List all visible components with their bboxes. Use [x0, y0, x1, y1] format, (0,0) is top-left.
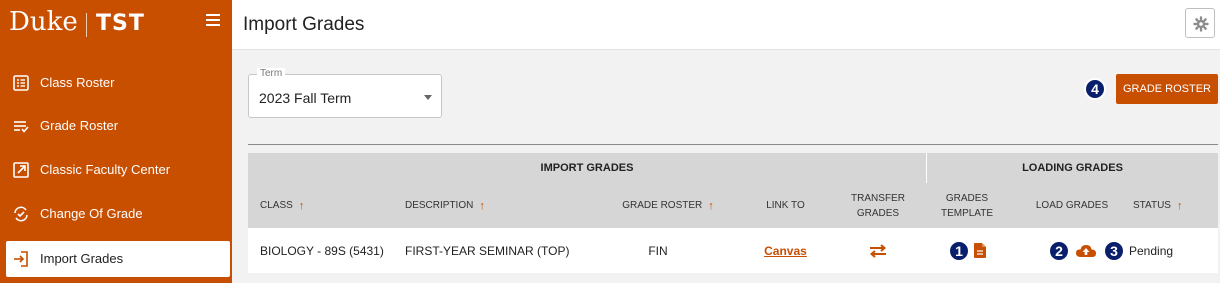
transfer-icon[interactable]	[869, 243, 887, 258]
file-icon[interactable]	[974, 243, 986, 258]
term-select[interactable]: Term 2023 Fall Term	[248, 68, 442, 118]
cell-link-to: Canvas	[748, 228, 823, 273]
sidebar-item-label: Change Of Grade	[40, 206, 143, 221]
cell-status: 3 Pending	[1103, 228, 1218, 273]
callout-badge-3: 3	[1103, 239, 1125, 262]
group-loading-grades: LOADING GRADES	[1022, 162, 1123, 174]
sort-arrow-icon: ↑	[298, 199, 305, 212]
canvas-link[interactable]: Canvas	[764, 244, 807, 258]
column-header-grades-template: GRADES TEMPLATE	[934, 183, 1000, 228]
sort-arrow-icon: ↑	[708, 199, 714, 212]
callout-badge-2: 2	[1048, 239, 1070, 262]
brand-divider	[86, 13, 87, 37]
callout-badge-1: 1	[948, 239, 970, 262]
cell-class: BIOLOGY - 89S (5431)	[260, 228, 400, 273]
cell-grade-roster: FIN	[588, 228, 728, 273]
cell-value: BIOLOGY - 89S (5431)	[260, 243, 384, 258]
sidebar-item-label: Grade Roster	[40, 118, 119, 133]
sidebar-item-class-roster[interactable]: Class Roster	[0, 65, 232, 101]
column-header-description[interactable]: DESCRIPTION ↑	[405, 183, 585, 228]
column-header-label: DESCRIPTION	[405, 200, 474, 211]
column-header-status[interactable]: STATUS ↑	[1133, 183, 1218, 228]
page-title: Import Grades	[243, 14, 365, 35]
sidebar-item-import-grades[interactable]: Import Grades	[6, 241, 230, 277]
cell-description: FIRST-YEAR SEMINAR (TOP)	[405, 228, 585, 273]
brand-name: Duke	[9, 7, 78, 37]
column-header-class[interactable]: CLASS ↑	[260, 183, 390, 228]
cloud-upload-icon[interactable]	[1076, 244, 1096, 258]
column-header-label: GRADE ROSTER	[622, 200, 703, 211]
sort-arrow-icon: ↑	[1176, 199, 1183, 212]
table-header-row: CLASS ↑ DESCRIPTION ↑ GRADE ROSTER ↑ LIN…	[248, 183, 1218, 228]
divider	[248, 144, 1218, 145]
column-header-label: TRANSFER GRADES	[851, 192, 905, 219]
external-link-icon	[13, 162, 29, 178]
settings-button[interactable]	[1185, 8, 1215, 38]
grade-roster-icon	[14, 121, 29, 133]
class-roster-icon	[13, 75, 29, 91]
brand-product: TST	[96, 11, 145, 36]
column-header-label: LINK TO	[766, 200, 805, 211]
column-header-label: STATUS	[1133, 200, 1171, 211]
table-row: BIOLOGY - 89S (5431) FIRST-YEAR SEMINAR …	[248, 228, 1218, 273]
sidebar-item-label: Class Roster	[40, 75, 115, 90]
sidebar-item-label: Classic Faculty Center	[40, 162, 171, 177]
column-header-grade-roster[interactable]: GRADE ROSTER ↑	[588, 183, 748, 228]
sidebar-item-change-of-grade[interactable]: Change Of Grade	[0, 196, 232, 232]
chevron-down-icon	[424, 95, 432, 100]
cell-value: Pending	[1129, 243, 1174, 258]
cell-value: FIN	[648, 243, 668, 258]
column-header-transfer-grades: TRANSFER GRADES	[838, 183, 918, 228]
cell-value: FIRST-YEAR SEMINAR (TOP)	[405, 243, 570, 258]
menu-toggle-icon[interactable]	[206, 14, 220, 26]
column-header-label: GRADES TEMPLATE	[940, 192, 994, 219]
column-header-label: LOAD GRADES	[1035, 200, 1109, 211]
column-header-link-to: LINK TO	[748, 183, 823, 228]
top-bar: Import Grades	[232, 0, 1220, 50]
sidebar-item-classic-faculty-center[interactable]: Classic Faculty Center	[0, 152, 232, 188]
term-value: 2023 Fall Term	[259, 90, 352, 106]
sort-arrow-icon: ↑	[479, 199, 485, 212]
group-import-grades: IMPORT GRADES	[540, 162, 634, 174]
brand-logo[interactable]: Duke TST	[0, 0, 232, 50]
table-group-header: IMPORT GRADES LOADING GRADES	[248, 153, 1218, 183]
term-label: Term	[257, 68, 286, 79]
sidebar: Duke TST Class Roster Grade Roster Class…	[0, 0, 232, 283]
sidebar-item-label: Import Grades	[40, 251, 124, 266]
callout-badge-4: 4	[1084, 78, 1106, 100]
import-icon	[14, 251, 28, 267]
grade-roster-button[interactable]: GRADE ROSTER	[1116, 74, 1218, 104]
main-content: Import Grades Term 2023 Fall Term 4 GRAD…	[232, 0, 1220, 283]
column-header-load-grades: LOAD GRADES	[1024, 183, 1120, 228]
cell-grades-template: 1	[934, 228, 1000, 273]
column-header-label: CLASS	[260, 200, 293, 211]
cell-transfer-grades	[838, 228, 918, 273]
gear-icon	[1193, 16, 1209, 32]
sidebar-item-grade-roster[interactable]: Grade Roster	[0, 108, 232, 144]
change-grade-icon	[14, 206, 28, 222]
